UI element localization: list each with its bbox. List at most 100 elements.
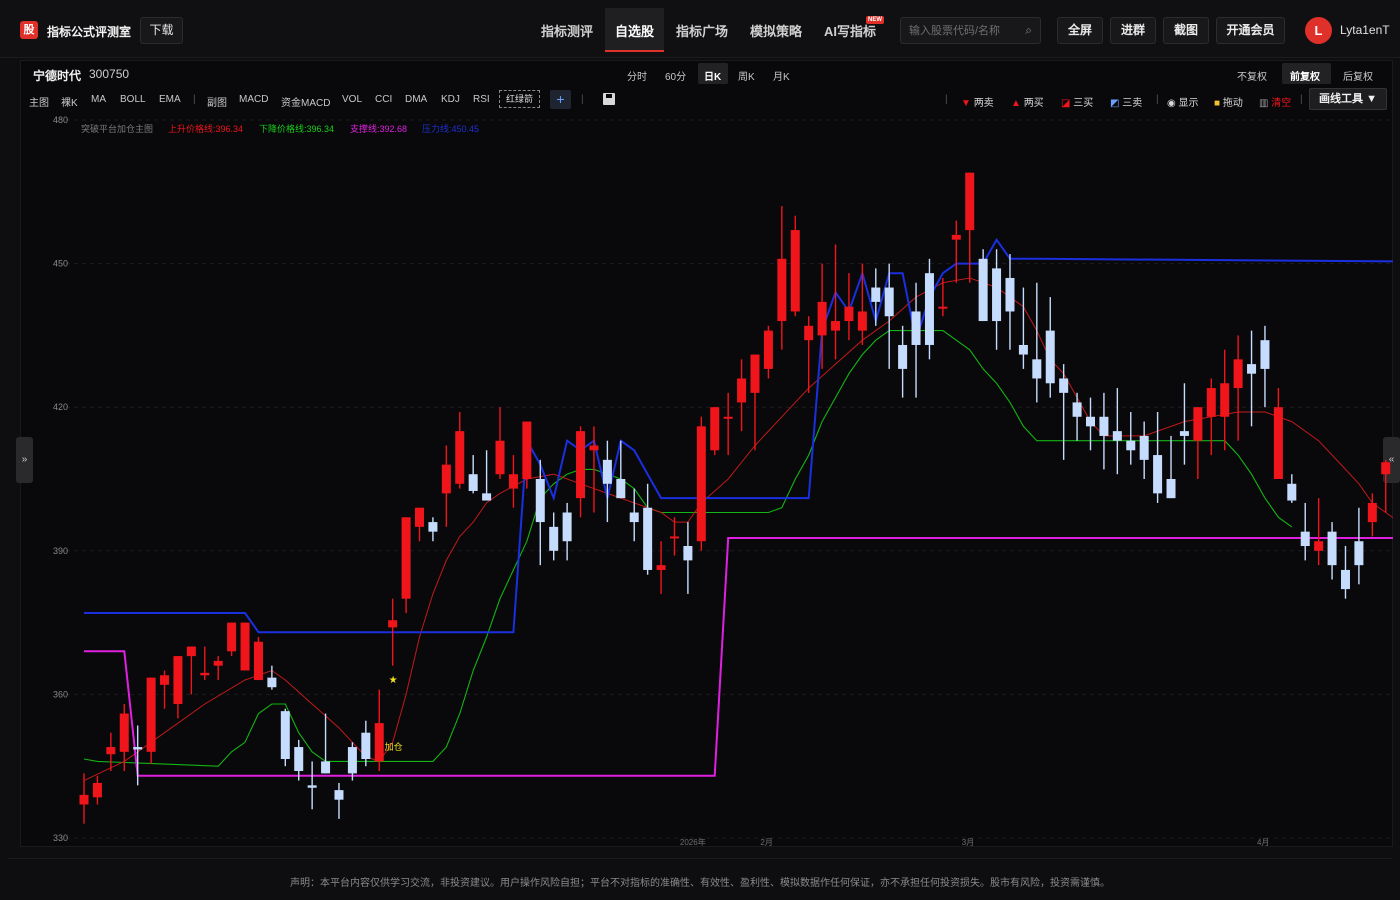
tool-boll[interactable]: BOLL	[120, 94, 146, 105]
eye-icon: ◉	[1167, 98, 1176, 109]
adjust-backward[interactable]: 后复权	[1343, 68, 1373, 83]
y-tick-label: 450	[53, 259, 68, 269]
period-minute[interactable]: 分时	[627, 68, 647, 83]
candle-body	[938, 306, 948, 309]
tool-bare-k[interactable]: 裸K	[61, 94, 78, 109]
candle-body	[92, 782, 102, 798]
tool-buy2[interactable]: ▲ 两买	[1011, 94, 1044, 109]
tool-sub-label: 副图	[207, 98, 227, 109]
site-title[interactable]: 指标公式评测室	[47, 23, 131, 40]
tool-vol[interactable]: VOL	[342, 94, 362, 105]
logo-icon[interactable]: 股	[20, 21, 38, 39]
draw-tool-button[interactable]: 画线工具 ▼	[1309, 88, 1387, 110]
nav-watchlist[interactable]: 自选股	[615, 21, 654, 40]
x-tick-label: 2月	[760, 838, 772, 847]
tool-fund-macd[interactable]: 资金MACD	[281, 94, 330, 109]
candle-body	[1005, 277, 1015, 312]
membership-button[interactable]: 开通会员	[1216, 17, 1285, 44]
candle-body	[1193, 407, 1203, 441]
period-60min[interactable]: 60分	[665, 68, 686, 83]
legend-support: 支撑线:392.68	[350, 123, 407, 134]
candle-body	[871, 287, 881, 302]
candle-body	[401, 517, 411, 599]
nav-indicator-plaza[interactable]: 指标广场	[676, 21, 728, 40]
footer-divider	[8, 858, 1392, 859]
candle-body	[965, 172, 975, 231]
tool-rsi[interactable]: RSI	[473, 94, 490, 105]
stock-search[interactable]: ⌕	[900, 17, 1041, 44]
download-button[interactable]: 下载	[140, 17, 183, 44]
tool-ema[interactable]: EMA	[159, 94, 181, 105]
avatar[interactable]: L	[1305, 17, 1332, 44]
search-icon[interactable]: ⌕	[1025, 23, 1032, 38]
candle-body	[777, 258, 787, 322]
tool-cci[interactable]: CCI	[375, 94, 392, 105]
tool-sell2[interactable]: ▼ 两卖	[961, 94, 994, 109]
screenshot-button[interactable]: 截图	[1163, 17, 1209, 44]
tool-macd[interactable]: MACD	[239, 94, 268, 105]
period-monthly[interactable]: 月K	[773, 68, 790, 83]
candlestick-chart[interactable]: 330 360 390 420 450 480 2026年 2月 3月 4月 突破平台加仓主图 上…	[21, 112, 1393, 847]
candle-body	[602, 459, 612, 484]
x-tick-label: 3月	[962, 838, 974, 847]
candle-body	[508, 474, 518, 489]
candle-body	[844, 306, 854, 322]
tool-show[interactable]: ◉ 显示	[1167, 94, 1199, 109]
candle-body	[576, 431, 586, 499]
candle-body	[1032, 359, 1042, 379]
candle-body	[1099, 416, 1109, 436]
tool-red-green-arrow[interactable]: 红绿箭	[499, 90, 540, 108]
save-icon[interactable]	[603, 93, 615, 105]
tool-ma[interactable]: MA	[91, 94, 106, 105]
candle-body	[522, 421, 532, 479]
candle-body	[374, 723, 384, 762]
fullscreen-button[interactable]: 全屏	[1057, 17, 1103, 44]
candle-body	[1206, 388, 1216, 417]
toolbar-divider: |	[1156, 94, 1159, 105]
adjust-forward[interactable]: 前复权	[1290, 68, 1320, 83]
candle-body	[1220, 383, 1230, 417]
add-position-label: 加仓	[385, 741, 403, 753]
toolbar-divider: |	[1300, 94, 1303, 105]
candle-body	[1233, 359, 1243, 389]
tool-buy3[interactable]: ◪ 三买	[1061, 94, 1093, 109]
period-daily[interactable]: 日K	[704, 68, 721, 83]
sell-arrow-icon: ▼	[961, 98, 971, 109]
lock-icon: ■	[1214, 98, 1221, 109]
tool-dma[interactable]: DMA	[405, 94, 427, 105]
candle-body	[669, 536, 679, 539]
adjust-none[interactable]: 不复权	[1237, 68, 1267, 83]
tool-kdj[interactable]: KDJ	[441, 94, 460, 105]
candle-body	[280, 711, 290, 760]
candle-body	[992, 268, 1002, 322]
candle-body	[1314, 541, 1324, 551]
candle-body	[1018, 344, 1028, 355]
username[interactable]: Lyta1enT	[1340, 23, 1390, 37]
candle-body	[710, 407, 720, 451]
candle-body	[388, 620, 398, 628]
period-weekly[interactable]: 周K	[738, 68, 755, 83]
candle-body	[146, 677, 156, 752]
sell2-label: 两卖	[973, 98, 994, 109]
tool-sell3[interactable]: ◩ 三卖	[1110, 94, 1142, 109]
candle-body	[924, 273, 934, 345]
candle-body	[1126, 440, 1136, 451]
candle-body	[898, 344, 908, 369]
trash-icon: ▥	[1259, 98, 1269, 109]
search-input[interactable]	[909, 22, 1017, 40]
candle-body	[884, 287, 894, 317]
candle-body	[1059, 378, 1069, 393]
candle-body	[857, 311, 867, 331]
candle-body	[737, 378, 747, 403]
tool-clear[interactable]: ▥ 清空	[1259, 94, 1291, 109]
candle-body	[1112, 431, 1122, 441]
nav-simulated-strategy[interactable]: 模拟策略	[750, 21, 802, 40]
candle-body	[1179, 431, 1189, 436]
candle-body	[482, 493, 492, 501]
nav-indicator-review[interactable]: 指标测评	[541, 21, 593, 40]
tool-drag[interactable]: ■ 拖动	[1214, 94, 1243, 109]
join-group-button[interactable]: 进群	[1110, 17, 1156, 44]
add-indicator-button[interactable]: +	[550, 90, 571, 109]
candle-body	[535, 479, 545, 523]
buy2-label: 两买	[1023, 98, 1044, 109]
